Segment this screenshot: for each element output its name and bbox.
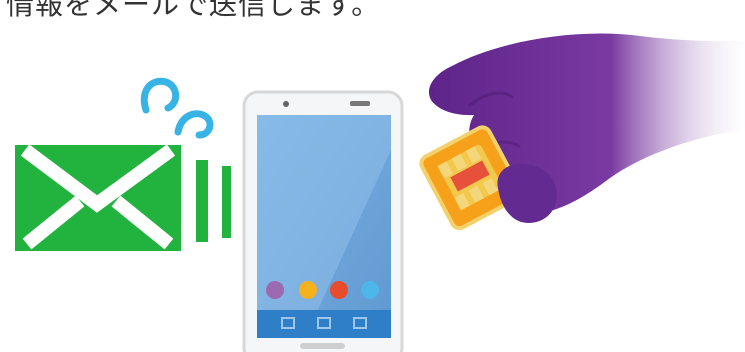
artwork [15, 33, 745, 352]
app-dot-4 [361, 281, 379, 299]
app-dot-3 [330, 281, 348, 299]
swirl-accent-icon [140, 77, 214, 139]
envelope-icon [15, 144, 181, 251]
app-dot-1 [266, 281, 284, 299]
illustration-scene: 情報をメールで送信します。 [0, 0, 745, 352]
app-dot-2 [299, 281, 317, 299]
motion-lines-icon [196, 160, 231, 242]
smartphone-icon [242, 90, 404, 352]
